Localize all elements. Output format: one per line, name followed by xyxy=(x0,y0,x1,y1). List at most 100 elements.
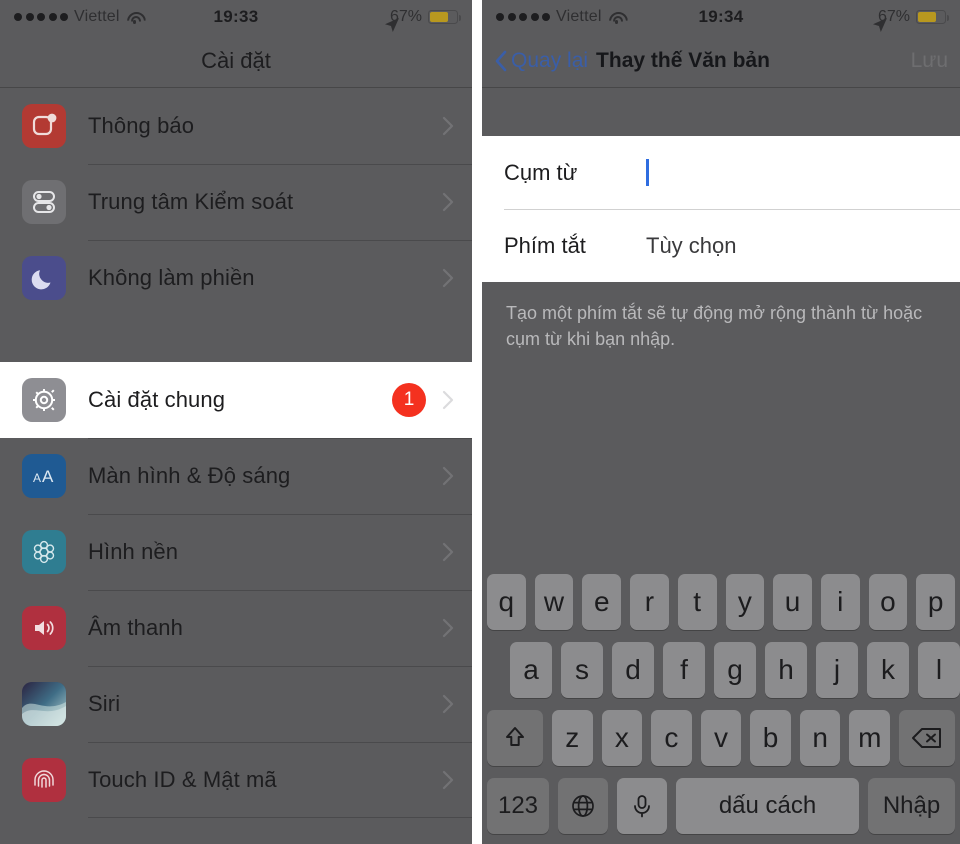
row-accessory xyxy=(442,770,454,790)
chevron-right-icon xyxy=(442,542,454,562)
sidebar-item-label: Không làm phiền xyxy=(88,265,255,290)
status-bar-right-group: 67% xyxy=(384,8,461,32)
key-x[interactable]: x xyxy=(601,710,643,766)
status-bar-left: Viettel 19:33 67% xyxy=(0,0,472,34)
sidebar-item-label: Âm thanh xyxy=(88,615,183,640)
microphone-icon[interactable] xyxy=(617,778,667,834)
key-y[interactable]: y xyxy=(725,574,765,630)
sidebar-item-label: Cài đặt chung xyxy=(88,387,226,412)
text-caret xyxy=(646,159,649,186)
display-brightness-icon: A A xyxy=(22,454,66,498)
hint-and-keyboard-area: Tạo một phím tắt sẽ tự động mở rộng thàn… xyxy=(482,282,960,844)
sidebar-item-label: Siri xyxy=(88,691,121,716)
notifications-icon xyxy=(22,104,66,148)
sidebar-item-display-brightness[interactable]: A A Màn hình & Độ sáng xyxy=(0,438,472,514)
form-top-spacer xyxy=(482,88,960,136)
keyboard-row-1: q w e r t y u i o p xyxy=(482,574,960,630)
phrase-field-row[interactable]: Cụm từ xyxy=(482,136,960,209)
key-p[interactable]: p xyxy=(916,574,956,630)
backspace-delete-icon[interactable] xyxy=(899,710,956,766)
keyboard-row-2: a s d f g h j k l xyxy=(482,642,960,698)
sidebar-item-notifications[interactable]: Thông báo xyxy=(0,88,472,164)
sidebar-item-sounds[interactable]: Âm thanh xyxy=(0,590,472,666)
key-n[interactable]: n xyxy=(799,710,841,766)
return-key[interactable]: Nhập xyxy=(868,778,955,834)
key-g[interactable]: g xyxy=(714,642,756,698)
key-r[interactable]: r xyxy=(630,574,669,630)
key-w[interactable]: w xyxy=(534,574,574,630)
key-u[interactable]: u xyxy=(773,574,812,630)
right-panel-top-chrome: Viettel 19:34 67% Quay lại Thay thế Văn … xyxy=(482,0,960,136)
sidebar-item-do-not-disturb[interactable]: Không làm phiền xyxy=(0,240,472,316)
save-button[interactable]: Lưu xyxy=(911,49,948,73)
globe-language-icon[interactable] xyxy=(558,778,608,834)
battery-icon xyxy=(428,10,461,24)
key-k[interactable]: k xyxy=(867,642,909,698)
row-accessory xyxy=(442,618,454,638)
key-b[interactable]: b xyxy=(750,710,791,766)
key-i[interactable]: i xyxy=(820,574,860,630)
text-replacement-screen-panel: Viettel 19:34 67% Quay lại Thay thế Văn … xyxy=(482,0,960,844)
status-badge: 1 xyxy=(392,383,426,417)
nav-bar-text-replacement: Quay lại Thay thế Văn bản Lưu xyxy=(482,34,960,88)
key-s[interactable]: s xyxy=(561,642,603,698)
sidebar-item-label: Hình nền xyxy=(88,539,179,564)
sidebar-item-control-center[interactable]: Trung tâm Kiểm soát xyxy=(0,164,472,240)
settings-screen-panel: Viettel 19:33 67% Cài đặt Thông báo Trun… xyxy=(0,0,472,844)
sidebar-item-label: Touch ID & Mật mã xyxy=(88,767,277,792)
row-accessory xyxy=(442,268,454,288)
key-l[interactable]: l xyxy=(918,642,960,698)
page-title: Cài đặt xyxy=(201,47,271,73)
sidebar-item-label: Thông báo xyxy=(88,113,195,138)
chevron-left-icon xyxy=(494,50,507,72)
nav-bar-settings: Cài đặt xyxy=(0,34,472,88)
chevron-right-icon xyxy=(442,192,454,212)
on-screen-keyboard: q w e r t y u i o p a s d f g h j k l z … xyxy=(482,568,960,844)
key-m[interactable]: m xyxy=(849,710,891,766)
svg-text:A: A xyxy=(42,467,54,486)
chevron-right-icon xyxy=(442,116,454,136)
sidebar-item-touch-id-passcode[interactable]: Touch ID & Mật mã xyxy=(0,742,472,818)
key-a[interactable]: a xyxy=(510,642,552,698)
key-e[interactable]: e xyxy=(582,574,622,630)
row-accessory xyxy=(442,542,454,562)
chevron-right-icon xyxy=(442,770,454,790)
key-d[interactable]: d xyxy=(612,642,654,698)
back-button[interactable]: Quay lại xyxy=(494,49,588,73)
row-accessory: 1 xyxy=(392,383,454,417)
key-v[interactable]: v xyxy=(700,710,742,766)
key-o[interactable]: o xyxy=(868,574,908,630)
shortcut-field-row[interactable]: Phím tắt Tùy chọn xyxy=(482,209,960,282)
form-hint-text: Tạo một phím tắt sẽ tự động mở rộng thàn… xyxy=(506,303,923,350)
battery-icon xyxy=(916,10,949,24)
settings-group-2: Cài đặt chung 1 A A Màn hình & Độ sáng H… xyxy=(0,362,472,818)
do-not-disturb-moon-icon xyxy=(22,256,66,300)
sidebar-item-wallpaper[interactable]: Hình nền xyxy=(0,514,472,590)
numbers-key[interactable]: 123 xyxy=(487,778,549,834)
key-q[interactable]: q xyxy=(486,574,526,630)
key-t[interactable]: t xyxy=(677,574,717,630)
row-accessory xyxy=(442,694,454,714)
shift-arrow-icon[interactable] xyxy=(486,710,543,766)
shortcut-field-label: Phím tắt xyxy=(504,232,586,258)
keyboard-row-4: 123 dấu cách Nhập xyxy=(482,778,960,834)
chevron-right-icon xyxy=(442,694,454,714)
back-button-label: Quay lại xyxy=(511,48,589,72)
key-h[interactable]: h xyxy=(765,642,807,698)
sidebar-item-general[interactable]: Cài đặt chung 1 xyxy=(0,362,472,438)
touch-id-fingerprint-icon xyxy=(22,758,66,802)
shortcut-input[interactable]: Tùy chọn xyxy=(646,233,737,259)
key-z[interactable]: z xyxy=(551,710,593,766)
sound-speaker-icon xyxy=(22,606,66,650)
key-j[interactable]: j xyxy=(816,642,858,698)
sidebar-item-label: Trung tâm Kiểm soát xyxy=(88,189,294,214)
key-f[interactable]: f xyxy=(663,642,705,698)
control-center-icon xyxy=(22,180,66,224)
wallpaper-icon xyxy=(22,530,66,574)
siri-icon xyxy=(22,682,66,726)
screenshot-stage: Viettel 19:33 67% Cài đặt Thông báo Trun… xyxy=(0,0,960,844)
page-title: Thay thế Văn bản xyxy=(596,48,770,72)
sidebar-item-siri[interactable]: Siri xyxy=(0,666,472,742)
key-c[interactable]: c xyxy=(651,710,692,766)
space-key[interactable]: dấu cách xyxy=(676,778,860,834)
